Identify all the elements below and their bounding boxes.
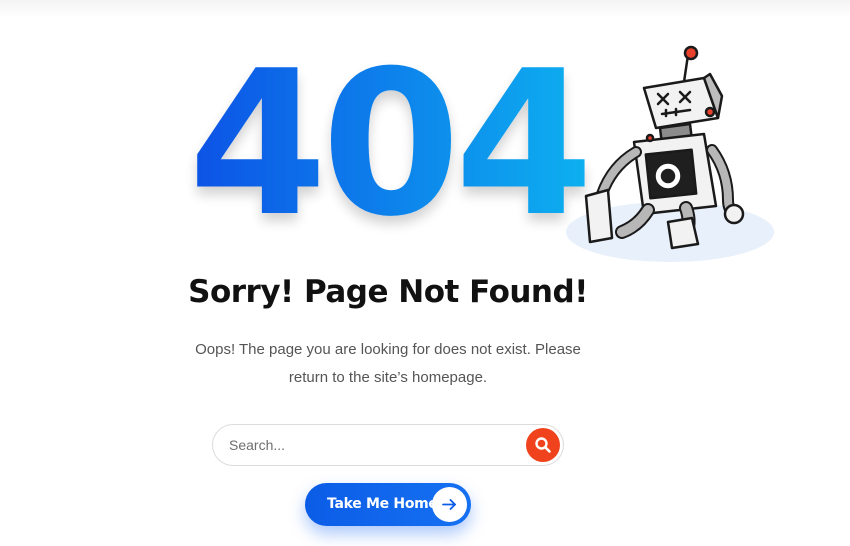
hero: 404 bbox=[0, 0, 850, 280]
hero-graphic: 404 bbox=[188, 28, 774, 262]
error-page: 404 Sorry! Page Not Found! Oops! The pag… bbox=[0, 0, 850, 546]
search-icon bbox=[535, 437, 551, 453]
broken-robot-icon bbox=[566, 45, 774, 262]
search-button[interactable] bbox=[526, 428, 560, 462]
take-me-home-button[interactable]: Take Me Home bbox=[305, 483, 471, 526]
arrow-right-icon bbox=[442, 499, 456, 510]
error-code: 404 bbox=[188, 28, 587, 261]
page-title: Sorry! Page Not Found! bbox=[188, 274, 588, 310]
home-button-label: Take Me Home bbox=[327, 496, 438, 512]
home-button-icon-circle bbox=[432, 487, 467, 522]
error-message: Oops! The page you are looking for does … bbox=[195, 341, 581, 386]
search-form bbox=[212, 424, 564, 466]
search-input[interactable] bbox=[229, 425, 519, 465]
